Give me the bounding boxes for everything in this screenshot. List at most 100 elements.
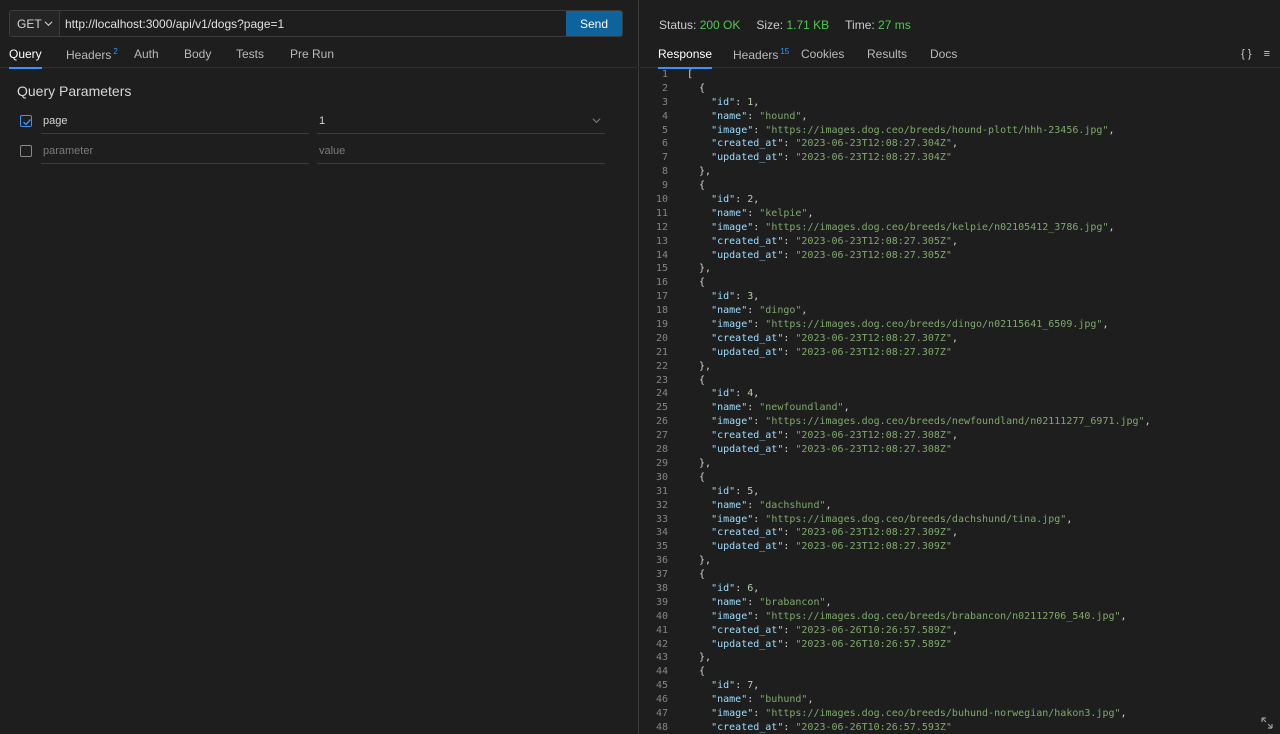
code-text: "image": "https://images.dog.ceo/breeds/…	[711, 416, 1151, 428]
line-number: 20	[655, 332, 668, 344]
method-select[interactable]: GET	[10, 11, 60, 36]
code-text: "image": "https://images.dog.ceo/breeds/…	[711, 513, 1073, 525]
code-line: 11 "name": "kelpie",	[640, 207, 1280, 221]
code-line: 31 "id": 5,	[640, 485, 1280, 499]
tab-label: Headers	[733, 48, 779, 62]
param-value-input[interactable]	[317, 138, 605, 164]
tab-response[interactable]: Response	[658, 42, 713, 69]
tab-cookies[interactable]: Cookies	[801, 42, 844, 67]
code-line: 45 "id": 7,	[640, 679, 1280, 693]
line-number: 39	[655, 596, 668, 608]
line-number: 38	[655, 582, 668, 594]
code-line: 25 "name": "newfoundland",	[640, 401, 1280, 415]
status-value: 200 OK	[699, 18, 741, 32]
resize-icon[interactable]	[1260, 716, 1274, 730]
line-number: 14	[655, 249, 668, 261]
tab-query[interactable]: Query	[9, 42, 42, 69]
request-pane: GET Send Query Headers2 Auth Body Tests Pre R…	[0, 0, 639, 734]
line-number: 1	[661, 69, 668, 80]
code-line: 3 "id": 1,	[640, 96, 1280, 110]
code-line: 44 {	[640, 665, 1280, 679]
line-number: 22	[655, 360, 668, 372]
code-line: 38 "id": 6,	[640, 582, 1280, 596]
code-text: {	[687, 82, 706, 94]
line-number: 21	[655, 346, 668, 358]
code-line: 47 "image": "https://images.dog.ceo/bree…	[640, 707, 1280, 721]
line-number: 47	[655, 707, 668, 719]
line-number: 33	[655, 513, 668, 525]
code-line: 39 "name": "brabancon",	[640, 596, 1280, 610]
tab-body[interactable]: Body	[184, 42, 211, 67]
line-number: 23	[655, 374, 668, 386]
code-text: },	[687, 360, 712, 372]
param-key-input[interactable]	[41, 108, 309, 134]
code-line: 46 "name": "buhund",	[640, 693, 1280, 707]
tab-count-badge: 2	[113, 47, 118, 56]
chevron-down-icon[interactable]	[592, 116, 601, 125]
code-text: "created_at": "2023-06-23T12:08:27.307Z"…	[711, 332, 958, 344]
code-text: },	[687, 263, 712, 275]
request-tabs: Query Headers 2 Auth Body Tests Pre Run	[0, 42, 639, 69]
code-line: 34 "created_at": "2023-06-23T12:08:27.30…	[640, 526, 1280, 540]
line-number: 12	[655, 221, 668, 233]
code-line: 24 "id": 4,	[640, 387, 1280, 401]
tab-headers[interactable]: Headers 2	[66, 42, 118, 68]
code-text: {	[687, 569, 706, 581]
line-number: 32	[655, 499, 668, 511]
tab-label: Tests	[236, 47, 265, 61]
code-text: "id": 7,	[711, 680, 760, 692]
tab-results[interactable]: Results	[867, 42, 907, 67]
tab-label: Query	[9, 47, 42, 61]
code-line: 33 "image": "https://images.dog.ceo/bree…	[640, 513, 1280, 527]
code-line: 7 "updated_at": "2023-06-23T12:08:27.304…	[640, 151, 1280, 165]
code-text: "created_at": "2023-06-26T10:26:57.589Z"…	[711, 624, 958, 636]
code-line: 5 "image": "https://images.dog.ceo/breed…	[640, 124, 1280, 138]
line-number: 35	[655, 541, 668, 553]
code-line: 9 {	[640, 179, 1280, 193]
code-line: 16 {	[640, 276, 1280, 290]
code-text: "updated_at": "2023-06-23T12:08:27.308Z"	[711, 444, 952, 456]
url-input[interactable]	[60, 11, 566, 36]
code-line: 30 {	[640, 471, 1280, 485]
response-body: 1[2 {3 "id": 1, 4 "name": "hound", 5 "imag…	[640, 68, 1280, 734]
code-line: 40 "image": "https://images.dog.ceo/bree…	[640, 610, 1280, 624]
tab-label: Body	[184, 47, 212, 61]
param-checkbox[interactable]	[20, 145, 32, 157]
response-tabs: Response Headers 15 Cookies Results Docs	[640, 42, 1280, 69]
tab-headers[interactable]: Headers 15	[733, 42, 789, 68]
tab-label: Cookies	[801, 47, 845, 61]
param-value-input[interactable]	[317, 108, 605, 134]
code-text: "created_at": "2023-06-26T10:26:57.593Z"	[711, 721, 952, 733]
code-line: 32 "name": "dachshund",	[640, 499, 1280, 513]
code-line: 13 "created_at": "2023-06-23T12:08:27.30…	[640, 235, 1280, 249]
tab-pre-run[interactable]: Pre Run	[290, 42, 334, 67]
param-checkbox[interactable]	[20, 115, 32, 127]
code-text: "id": 5,	[711, 485, 760, 497]
tab-docs[interactable]: Docs	[930, 42, 957, 67]
send-button[interactable]: Send	[566, 11, 622, 36]
code-text: "image": "https://images.dog.ceo/breeds/…	[711, 707, 1127, 719]
line-number: 16	[655, 277, 668, 289]
line-number: 2	[661, 82, 668, 94]
format-json-icon[interactable]: { }	[1241, 48, 1251, 60]
code-text: "image": "https://images.dog.ceo/breeds/…	[711, 319, 1109, 331]
code-line: 12 "image": "https://images.dog.ceo/bree…	[640, 221, 1280, 235]
tab-tests[interactable]: Tests	[236, 42, 264, 67]
code-text: {	[687, 277, 706, 289]
code-text: "name": "dachshund",	[711, 499, 832, 511]
param-key-input[interactable]	[41, 138, 309, 164]
line-number: 19	[655, 319, 668, 331]
line-number: 43	[655, 652, 668, 664]
code-line: 42 "updated_at": "2023-06-26T10:26:57.58…	[640, 638, 1280, 652]
line-number: 37	[655, 569, 668, 581]
tab-label: Results	[867, 47, 908, 61]
tab-label: Headers	[66, 48, 112, 62]
line-number: 30	[655, 471, 668, 483]
line-number: 8	[661, 166, 668, 178]
code-line: 36 },	[640, 554, 1280, 568]
time-value: 27 ms	[878, 18, 911, 32]
tab-auth[interactable]: Auth	[134, 42, 159, 67]
menu-icon[interactable]: ≡	[1264, 48, 1270, 60]
code-text: "image": "https://images.dog.ceo/breeds/…	[711, 124, 1115, 136]
method-label: GET	[17, 16, 42, 31]
